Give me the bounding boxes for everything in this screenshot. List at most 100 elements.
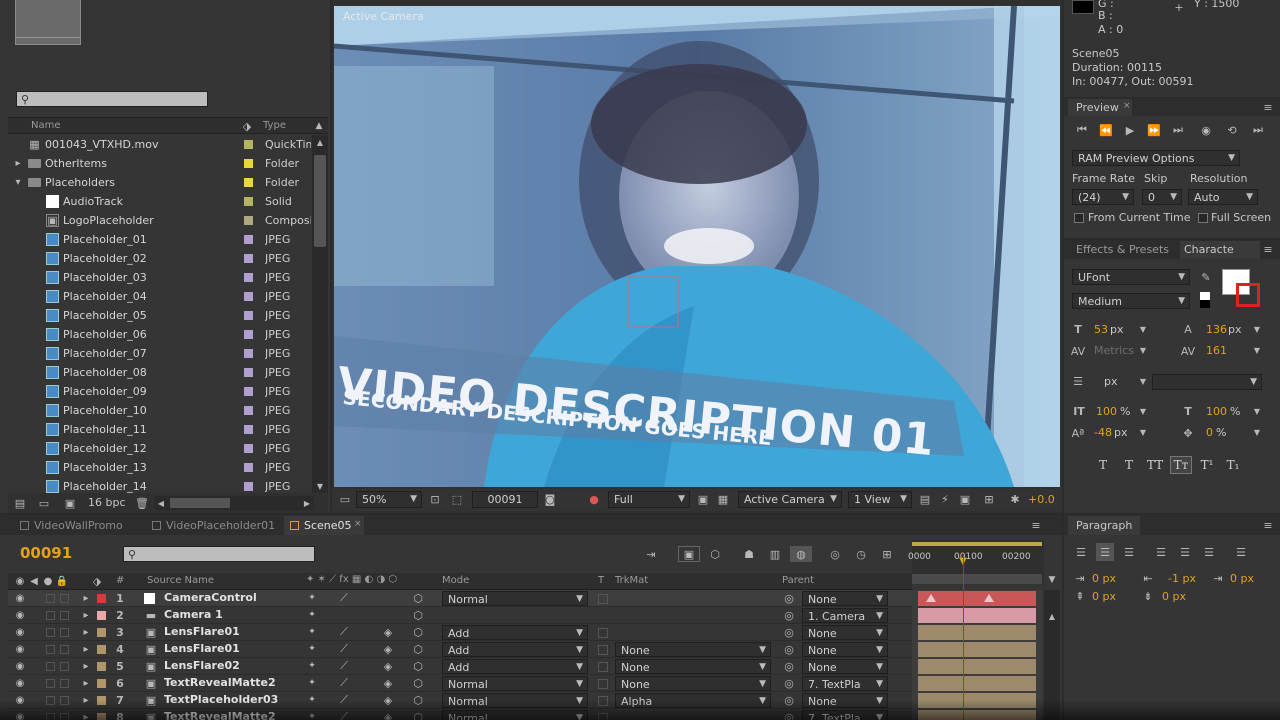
track-matte-dropdown[interactable]: Alpha ▼	[615, 693, 771, 708]
motion-blur-icon[interactable]: ◍	[790, 546, 812, 562]
collapse-switch-icon[interactable]: ◈	[382, 659, 394, 673]
layer-name[interactable]: TextRevealMatte2	[164, 710, 276, 720]
align-right-icon[interactable]: ☰	[1120, 543, 1138, 561]
label-color-swatch[interactable]	[244, 254, 253, 263]
label-color-swatch[interactable]	[244, 349, 253, 358]
layer-duration-bar[interactable]	[918, 642, 1036, 657]
align-center-icon[interactable]: ☰	[1096, 543, 1114, 561]
quality-switch-icon[interactable]: ⟋	[338, 591, 350, 605]
text-style-button[interactable]: T₁	[1222, 456, 1244, 474]
project-item[interactable]: Placeholder_04 JPEG	[8, 287, 312, 306]
blend-mode-dropdown[interactable]: Normal ▼	[442, 710, 588, 720]
blend-mode-dropdown[interactable]: Add ▼	[442, 625, 588, 640]
timeline-tab[interactable]: Scene05 ×	[284, 516, 364, 535]
label-color-swatch[interactable]	[244, 292, 253, 301]
trash-icon[interactable]: 🗑	[134, 496, 150, 510]
quality-switch-icon[interactable]: ⟋	[338, 625, 350, 639]
leading-value[interactable]: 136	[1206, 323, 1227, 336]
expand-layer-icon[interactable]: ▸	[80, 659, 92, 673]
3d-layer-switch-icon[interactable]: ⬡	[412, 659, 424, 673]
tab-character[interactable]: Characte	[1180, 241, 1260, 259]
stroke-color-swatch[interactable]	[1236, 283, 1260, 307]
from-current-time-checkbox[interactable]	[1074, 213, 1084, 223]
resolution-dropdown-preview[interactable]: Auto ▼	[1188, 189, 1258, 205]
font-style-dropdown[interactable]: Medium ▼	[1072, 293, 1190, 309]
label-color-swatch[interactable]	[244, 216, 253, 225]
transparency-grid-icon[interactable]: ▦	[716, 492, 730, 506]
preserve-transparency-toggle[interactable]	[598, 713, 608, 720]
pick-whip-icon[interactable]: ◎	[782, 642, 796, 656]
quality-switch-icon[interactable]: ⟋	[338, 710, 350, 720]
layer-label-color[interactable]	[97, 662, 106, 671]
3d-layer-switch-icon[interactable]: ⬡	[412, 625, 424, 639]
shy-switch-icon[interactable]: ✦	[306, 625, 318, 639]
baseline-shift-value[interactable]: -48	[1094, 426, 1112, 439]
layer-name[interactable]: TextRevealMatte2	[164, 676, 276, 689]
toggle-pixel-aspect-icon[interactable]: ▤	[918, 492, 932, 506]
solo-toggle[interactable]	[46, 645, 55, 654]
track-matte-dropdown[interactable]: None ▼	[615, 676, 771, 691]
quality-switch-icon[interactable]: ⟋	[338, 676, 350, 690]
pick-whip-icon[interactable]: ◎	[782, 625, 796, 639]
label-color-swatch[interactable]	[244, 425, 253, 434]
label-color-swatch[interactable]	[244, 463, 253, 472]
text-style-button[interactable]: T¹	[1196, 456, 1218, 474]
live-update-icon[interactable]: ▣	[678, 546, 700, 562]
panel-menu-icon[interactable]: ≡	[1260, 100, 1276, 114]
blend-mode-dropdown[interactable]: Add ▼	[442, 659, 588, 674]
eye-toggle-icon[interactable]: ◉	[14, 676, 26, 690]
expand-layer-icon[interactable]: ▸	[80, 676, 92, 690]
parent-dropdown[interactable]: 1. Camera ▼	[802, 608, 888, 623]
audio-icon[interactable]: ◉	[1198, 122, 1214, 138]
pick-whip-icon[interactable]: ◎	[782, 676, 796, 690]
solo-toggle[interactable]	[46, 594, 55, 603]
blend-mode-dropdown[interactable]: Normal ▼	[442, 591, 588, 606]
column-type[interactable]: Type	[263, 120, 286, 131]
parent-dropdown[interactable]: None ▼	[802, 659, 888, 674]
label-color-swatch[interactable]	[244, 159, 253, 168]
comp-mini-flowchart-icon[interactable]: ⇥	[640, 546, 662, 562]
text-style-button[interactable]: T	[1092, 456, 1114, 474]
stroke-type-dropdown[interactable]: ▼	[1152, 374, 1262, 390]
layer-row[interactable]: ◉ ▸ 7 ▣ TextPlaceholder03 ✦ ⟋ ◈ ⬡ Normal ▼ Alpha ▼ ◎ N…	[8, 692, 912, 709]
track-matte-dropdown[interactable]: None ▼	[615, 659, 771, 674]
layer-row[interactable]: ◉ ▸ 1 □ CameraControl ✦ ⟋ ⬡ Normal ▼ ◎ None ▼	[8, 590, 912, 607]
layer-search-input[interactable]: ⚲	[123, 546, 315, 562]
quality-switch-icon[interactable]: ⟋	[338, 642, 350, 656]
close-tab-icon[interactable]: ×	[354, 519, 362, 529]
project-item[interactable]: Placeholder_13 JPEG	[8, 458, 312, 477]
layer-name[interactable]: TextPlaceholder03	[164, 693, 278, 706]
lock-toggle[interactable]	[60, 628, 69, 637]
collapse-switch-icon[interactable]: ◈	[382, 642, 394, 656]
project-item[interactable]: Placeholder_03 JPEG	[8, 268, 312, 287]
layer-duration-bar[interactable]	[918, 625, 1036, 640]
layer-label-color[interactable]	[97, 611, 106, 620]
label-color-swatch[interactable]	[244, 235, 253, 244]
expand-layer-icon[interactable]: ▸	[80, 625, 92, 639]
loop-icon[interactable]: ⟲	[1224, 122, 1240, 138]
label-color-swatch[interactable]	[244, 273, 253, 282]
shy-switch-icon[interactable]: ✦	[306, 642, 318, 656]
font-size-value[interactable]: 53	[1094, 323, 1108, 336]
layer-label-color[interactable]	[97, 628, 106, 637]
parent-dropdown[interactable]: None ▼	[802, 693, 888, 708]
camera-dropdown[interactable]: Active Camera ▼	[738, 491, 842, 508]
layer-duration-bar[interactable]	[918, 608, 1036, 623]
sort-up-icon[interactable]: ▲	[312, 119, 326, 133]
eye-toggle-icon[interactable]: ◉	[14, 625, 26, 639]
auto-keyframe-icon[interactable]: ◷	[850, 546, 872, 562]
vertical-scale-value[interactable]: 100	[1096, 405, 1117, 418]
timeline-icon[interactable]: ▣	[958, 492, 972, 506]
label-color-swatch[interactable]	[244, 387, 253, 396]
lock-toggle[interactable]	[60, 662, 69, 671]
project-item[interactable]: Placeholder_05 JPEG	[8, 306, 312, 325]
layer-row[interactable]: ◉ ▸ 2 ▬ Camera 1 ✦ ⬡ ◎ 1. Camera ▼	[8, 607, 912, 624]
interpret-footage-icon[interactable]: ▤	[12, 496, 28, 510]
ram-preview-icon[interactable]: ⏭	[1250, 122, 1266, 138]
safe-margins-icon[interactable]: ⊡	[428, 492, 442, 506]
project-item[interactable]: Placeholder_08 JPEG	[8, 363, 312, 382]
header-parent[interactable]: Parent	[782, 575, 814, 586]
project-item[interactable]: Placeholder_01 JPEG	[8, 230, 312, 249]
panel-menu-icon[interactable]: ≡	[1260, 242, 1276, 256]
preserve-transparency-toggle[interactable]	[598, 594, 608, 604]
